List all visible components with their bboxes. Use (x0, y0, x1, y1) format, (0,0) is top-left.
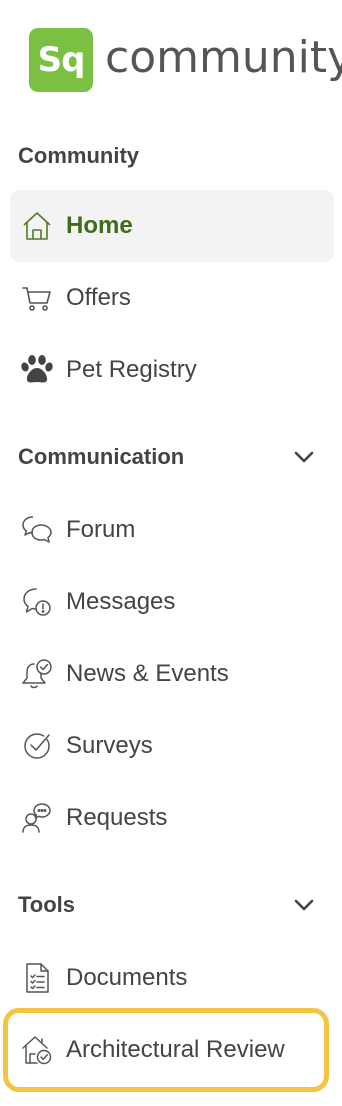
nav-label: Forum (66, 516, 136, 543)
nav-item-news-events[interactable]: News & Events (10, 638, 334, 710)
brand-logo[interactable]: Sq community (29, 28, 342, 92)
section-title: Communication (18, 444, 185, 469)
nav-item-home[interactable]: Home (10, 190, 334, 262)
section-header-tools[interactable]: Tools (18, 888, 324, 922)
nav-label: Documents (66, 964, 188, 991)
nav-item-forum[interactable]: Forum (10, 494, 334, 566)
section-title: Tools (18, 892, 76, 917)
house-check-icon (20, 1033, 54, 1067)
survey-check-icon (20, 729, 54, 763)
request-person-icon (20, 801, 54, 835)
nav-label: Requests (66, 804, 168, 831)
nav-item-messages[interactable]: Messages (10, 566, 334, 638)
sidebar: Sq community Community Home Offers Pet R… (0, 0, 342, 1106)
messages-icon (20, 585, 54, 619)
nav-item-requests[interactable]: Requests (10, 782, 334, 854)
nav-label: News & Events (66, 660, 229, 687)
brand-name: community (105, 31, 342, 83)
bell-icon (20, 657, 54, 691)
nav-item-surveys[interactable]: Surveys (10, 710, 334, 782)
nav-item-pet-registry[interactable]: Pet Registry (10, 334, 334, 406)
forum-icon (20, 513, 54, 547)
logo-mark: Sq (29, 28, 93, 92)
cart-icon (20, 281, 54, 315)
nav-label: Architectural Review (66, 1036, 285, 1063)
home-icon (20, 209, 54, 243)
nav-label: Home (66, 212, 133, 239)
nav-label: Messages (66, 588, 176, 615)
nav-item-documents[interactable]: Documents (10, 942, 334, 1014)
logo-letters: Sq (37, 40, 86, 80)
nav-item-architectural-review[interactable]: Architectural Review (3, 1008, 329, 1092)
document-icon (20, 961, 54, 995)
nav-label: Pet Registry (66, 356, 197, 383)
section-header-communication[interactable]: Communication (18, 440, 324, 474)
nav-label: Surveys (66, 732, 153, 759)
nav-item-offers[interactable]: Offers (10, 262, 334, 334)
chevron-down-icon[interactable] (292, 893, 316, 917)
section-header-community: Community (18, 139, 324, 173)
chevron-down-icon[interactable] (292, 445, 316, 469)
nav-label: Offers (66, 284, 131, 311)
paw-icon (20, 353, 54, 387)
section-title: Community (18, 143, 139, 168)
